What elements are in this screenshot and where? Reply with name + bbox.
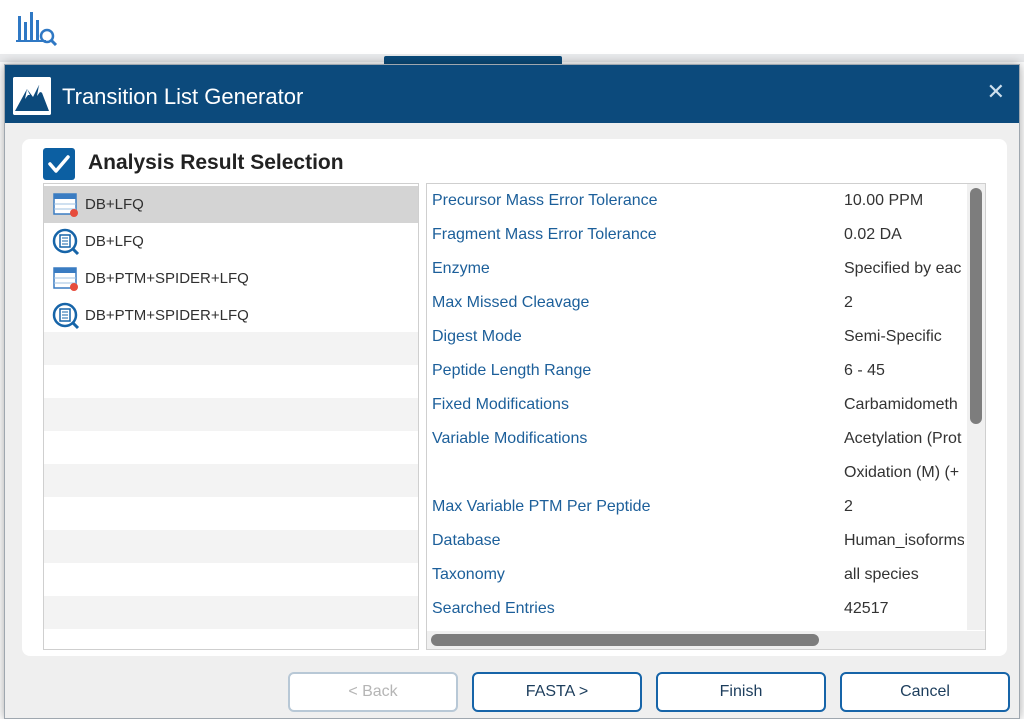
param-row: Variable Modifications Acetylation (Prot [427, 423, 967, 457]
param-key: Fragment Mass Error Tolerance [432, 226, 657, 243]
fasta-button[interactable]: FASTA > [472, 672, 642, 712]
param-value: Carbamidometh [844, 396, 958, 413]
param-row: Max Missed Cleavage 2 [427, 287, 967, 321]
list-stripe [44, 464, 418, 497]
list-stripe [44, 530, 418, 563]
transition-list-dialog: Transition List Generator ✕ Analysis Res… [4, 64, 1020, 719]
param-value: 10.00 PPM [844, 192, 924, 209]
vertical-scrollbar[interactable] [967, 184, 985, 630]
param-row: Taxonomy all species [427, 559, 967, 593]
param-row: Fragment Mass Error Tolerance 0.02 DA [427, 219, 967, 253]
parameter-details: Precursor Mass Error Tolerance 10.00 PPM… [426, 183, 986, 650]
analysis-item[interactable]: DB+LFQ [44, 223, 418, 260]
finish-button[interactable]: Finish [656, 672, 826, 712]
horizontal-scroll-thumb[interactable] [431, 634, 819, 646]
param-value: all species [844, 566, 919, 583]
param-value: Human_isoforms [844, 532, 964, 549]
param-row: Oxidation (M) (+ [427, 457, 967, 491]
param-key: Precursor Mass Error Tolerance [432, 192, 658, 209]
search-report-icon [52, 302, 80, 329]
horizontal-scrollbar[interactable] [427, 631, 985, 649]
section-checkbox[interactable] [43, 148, 75, 180]
list-stripe [44, 596, 418, 629]
param-key: Peptide Length Range [432, 362, 592, 379]
list-stripe [44, 398, 418, 431]
param-value: Acetylation (Prot [844, 430, 962, 447]
dialog-titlebar: Transition List Generator ✕ [5, 65, 1019, 123]
param-key: Variable Modifications [432, 430, 588, 447]
param-row: Enzyme Specified by eac [427, 253, 967, 287]
analysis-panel: Analysis Result Selection DB+LFQ DB+LFQ … [22, 139, 1007, 656]
param-key: Digest Mode [432, 328, 522, 345]
analysis-item[interactable]: DB+PTM+SPIDER+LFQ [44, 297, 418, 334]
analysis-list[interactable]: DB+LFQ DB+LFQ DB+PTM+SPIDER+LFQ DB+PTM+S… [43, 183, 419, 650]
param-value: Specified by eac [844, 260, 962, 277]
vertical-scroll-thumb[interactable] [970, 188, 982, 424]
param-row: Max Variable PTM Per Peptide 2 [427, 491, 967, 525]
close-icon[interactable]: ✕ [987, 81, 1005, 103]
analysis-label: DB+PTM+SPIDER+LFQ [85, 270, 249, 287]
list-stripe [44, 332, 418, 365]
back-button[interactable]: < Back [288, 672, 458, 712]
app-logo-icon [16, 12, 58, 46]
param-key: Max Missed Cleavage [432, 294, 590, 311]
checkmark-icon [48, 155, 70, 173]
param-value: Semi-Specific [844, 328, 942, 345]
param-key: Max Variable PTM Per Peptide [432, 498, 651, 515]
param-value: 2 [844, 498, 853, 515]
param-row: Digest Mode Semi-Specific [427, 321, 967, 355]
param-value: Oxidation (M) (+ [844, 464, 960, 481]
cancel-button[interactable]: Cancel [840, 672, 1010, 712]
param-row: Peptide Length Range 6 - 45 [427, 355, 967, 389]
table-result-icon [53, 266, 78, 291]
analysis-label: DB+PTM+SPIDER+LFQ [85, 307, 249, 324]
analysis-item[interactable]: DB+LFQ [44, 186, 418, 223]
search-report-icon [52, 228, 80, 255]
param-value: 2 [844, 294, 853, 311]
param-key: Searched Entries [432, 600, 555, 617]
mountain-logo-icon [13, 77, 51, 115]
param-row: Fixed Modifications Carbamidometh [427, 389, 967, 423]
analysis-label: DB+LFQ [85, 196, 144, 213]
param-row: Precursor Mass Error Tolerance 10.00 PPM [427, 185, 967, 219]
param-value: 0.02 DA [844, 226, 902, 243]
param-value: 42517 [844, 600, 889, 617]
param-row: Database Human_isoforms [427, 525, 967, 559]
param-key: Database [432, 532, 501, 549]
analysis-item[interactable]: DB+PTM+SPIDER+LFQ [44, 260, 418, 297]
section-title: Analysis Result Selection [88, 151, 344, 174]
param-row: Searched Entries 42517 [427, 593, 967, 627]
param-key: Fixed Modifications [432, 396, 569, 413]
background-active-tab [384, 56, 562, 64]
dialog-title: Transition List Generator [62, 84, 304, 109]
table-result-icon [53, 192, 78, 217]
param-value: 6 - 45 [844, 362, 885, 379]
param-key: Taxonomy [432, 566, 505, 583]
analysis-label: DB+LFQ [85, 233, 144, 250]
param-key: Enzyme [432, 260, 490, 277]
